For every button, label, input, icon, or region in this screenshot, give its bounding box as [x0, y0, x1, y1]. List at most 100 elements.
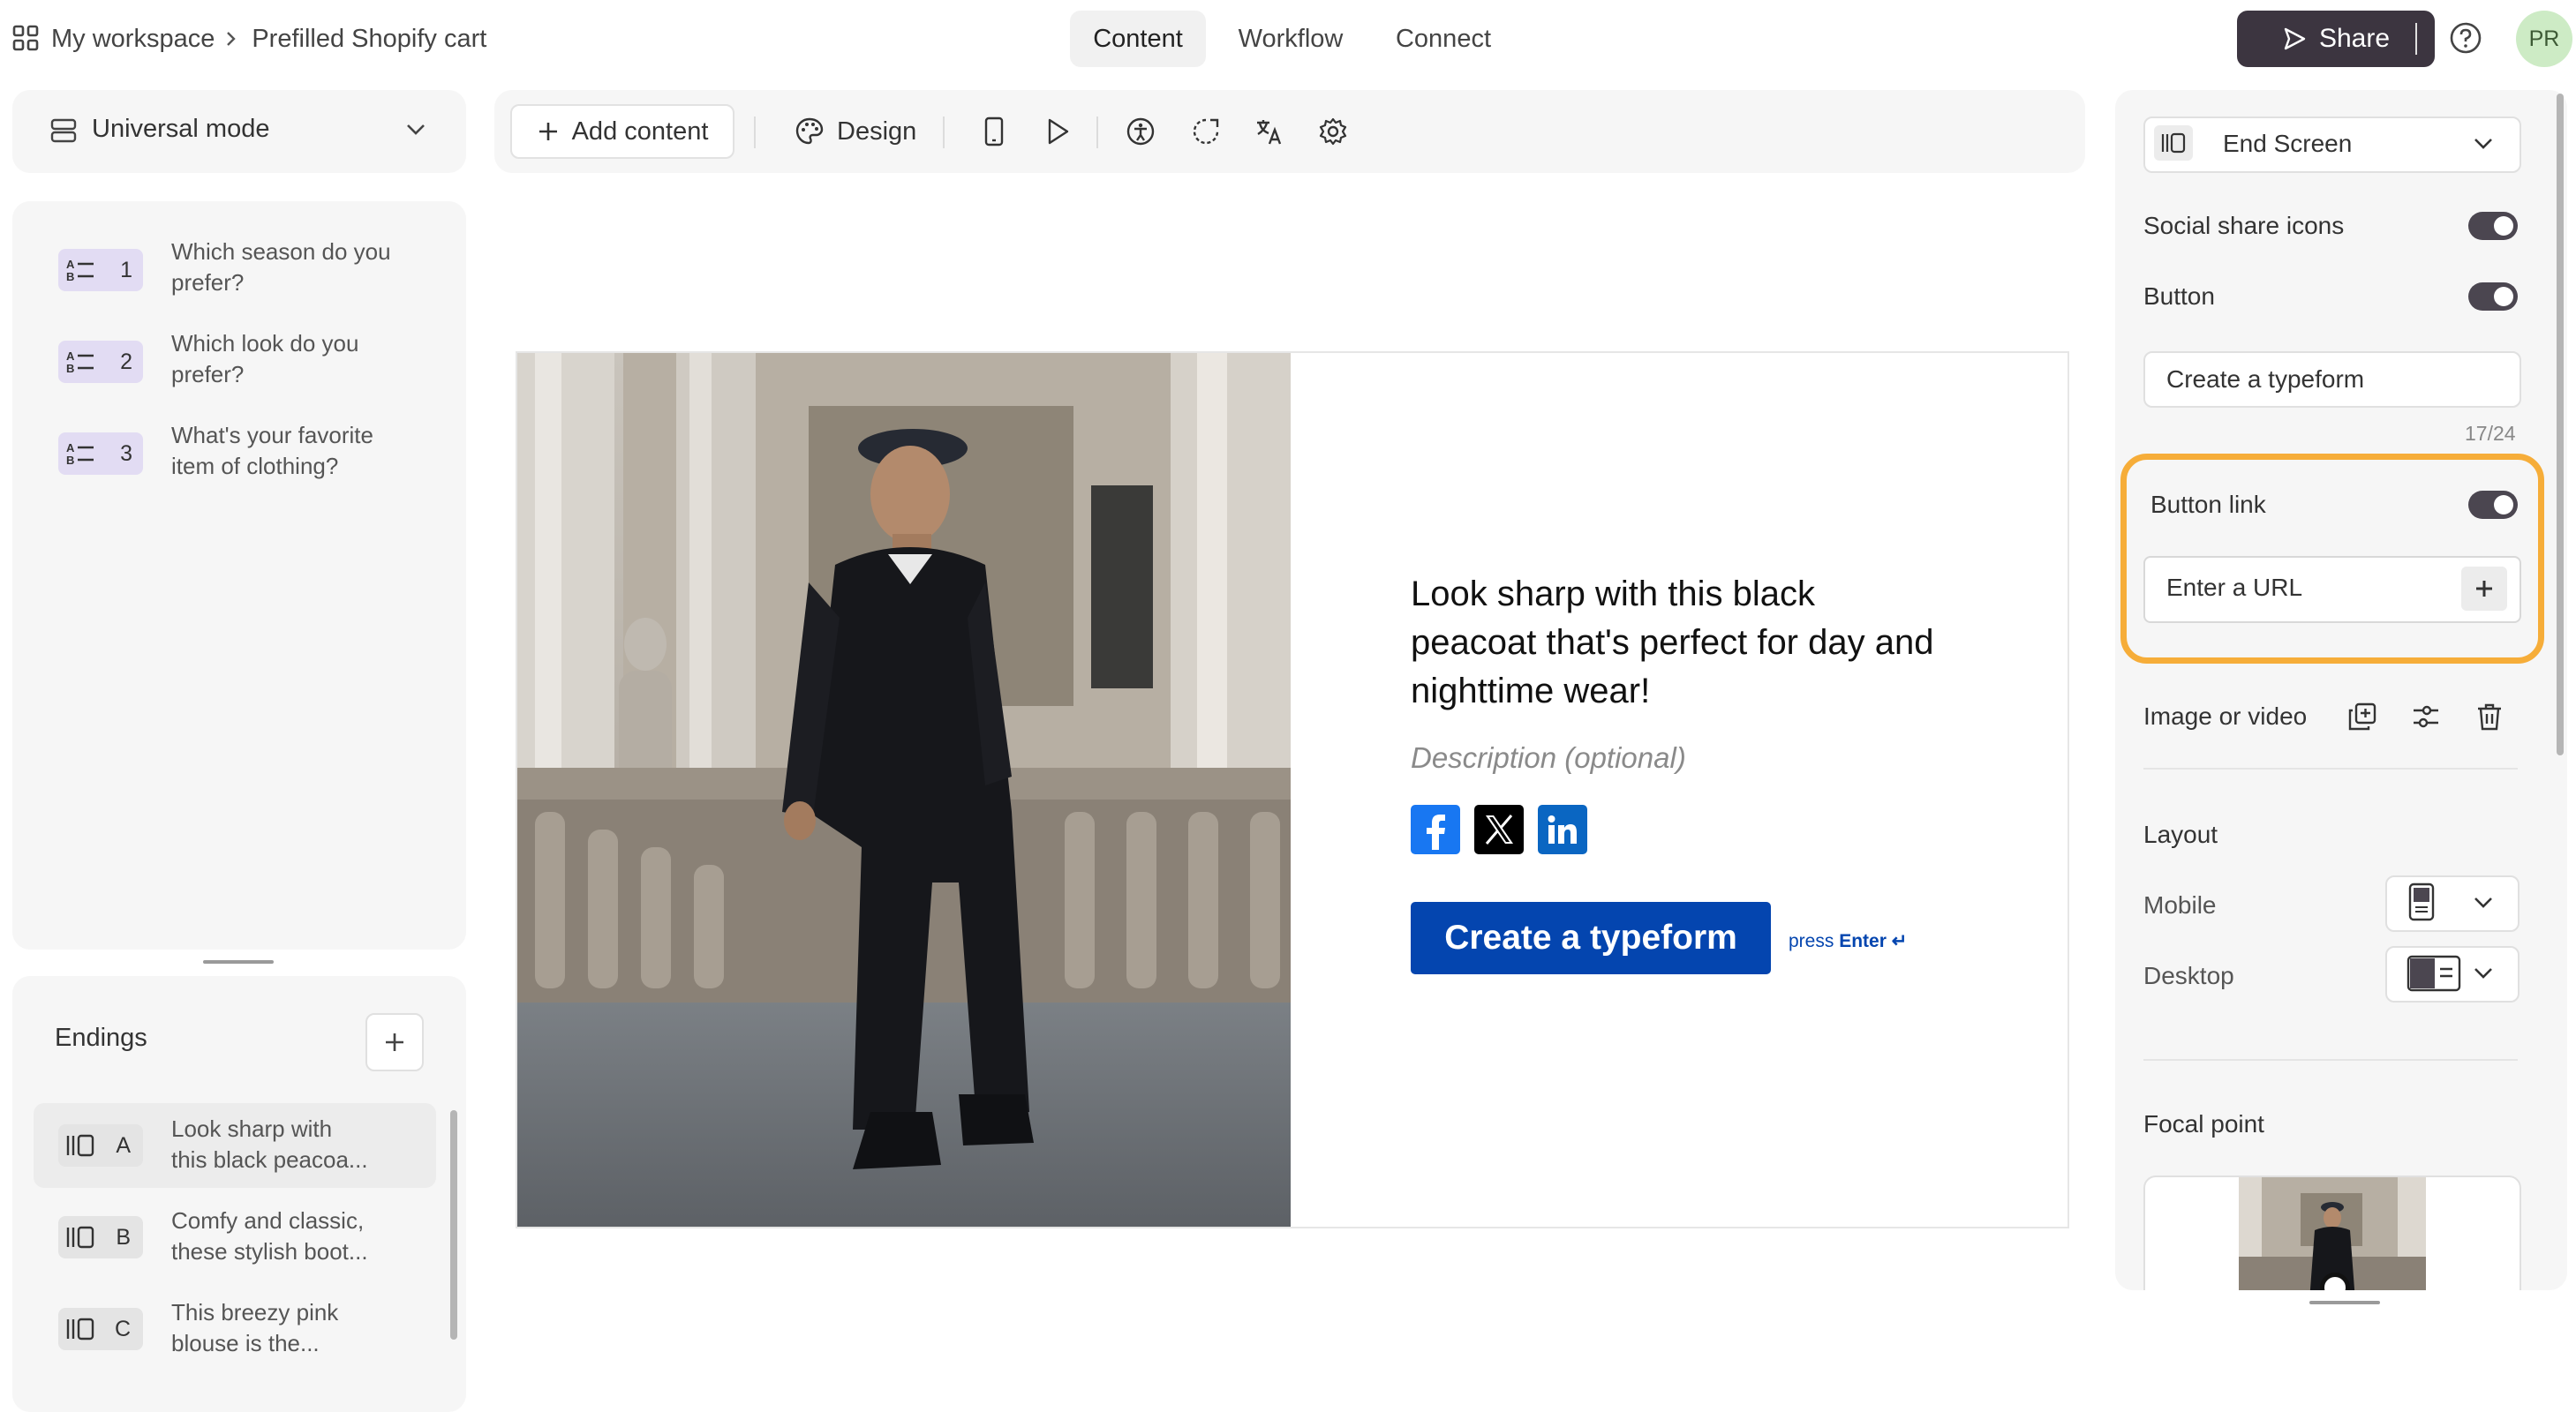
end-screen-icon	[65, 1225, 95, 1250]
toolbar-separator	[943, 116, 945, 148]
button-toggle[interactable]	[2468, 282, 2518, 311]
question-number: 3	[120, 440, 132, 466]
button-text-field[interactable]: Create a typeform	[2143, 351, 2521, 408]
trash-icon[interactable]	[2472, 699, 2507, 734]
avatar[interactable]: PR	[2516, 11, 2572, 67]
endings-title: Endings	[55, 1024, 147, 1052]
translate-icon[interactable]	[1248, 104, 1291, 159]
breadcrumb-workspace[interactable]: My workspace	[51, 25, 215, 54]
focal-point-editor[interactable]	[2143, 1175, 2521, 1290]
scrollbar[interactable]	[2557, 94, 2564, 755]
share-button-label: Share	[2318, 24, 2391, 53]
breadcrumb: My workspace Prefilled Shopify cart	[51, 21, 486, 56]
share-button[interactable]: Share	[2237, 11, 2435, 67]
mode-selector[interactable]: Universal mode	[12, 90, 466, 173]
question-number: 1	[120, 257, 132, 282]
social-share-toggle[interactable]	[2468, 212, 2518, 240]
stack-icon	[49, 116, 78, 145]
settings-gear-icon[interactable]	[1312, 104, 1354, 159]
question-text-line: prefer?	[171, 269, 245, 296]
ending-title[interactable]: Look sharp with this black peacoat that's…	[1411, 570, 1976, 716]
button-link-highlight	[2120, 454, 2544, 664]
send-icon	[2282, 26, 2307, 51]
add-ending-button[interactable]	[365, 1013, 424, 1071]
toolbar-separator	[1096, 116, 1098, 148]
workspace-grid-icon[interactable]	[12, 25, 39, 51]
add-content-label: Add content	[571, 116, 709, 146]
question-item[interactable]: AB 2 Which look do you prefer?	[58, 328, 464, 413]
breadcrumb-form-name[interactable]: Prefilled Shopify cart	[252, 25, 486, 54]
question-item[interactable]: AB 3 What's your favorite item of clothin…	[58, 420, 464, 505]
svg-text:B: B	[66, 362, 74, 375]
design-button[interactable]: Design	[786, 104, 925, 159]
end-screen-icon	[65, 1317, 95, 1341]
mobile-preview-icon[interactable]	[973, 104, 1015, 159]
ending-description[interactable]: Description (optional)	[1411, 741, 1686, 775]
help-icon[interactable]	[2449, 21, 2482, 55]
linkedin-icon[interactable]	[1538, 805, 1587, 854]
panel-resize-handle[interactable]	[203, 960, 274, 964]
accessibility-icon[interactable]	[1119, 104, 1162, 159]
divider	[2415, 23, 2417, 55]
question-text: What's your favorite item of clothing?	[171, 420, 454, 482]
question-badge: AB 1	[58, 249, 143, 291]
ending-item[interactable]: A Look sharp with this black peacoa...	[34, 1103, 436, 1188]
design-label: Design	[837, 116, 917, 146]
mobile-layout-select[interactable]	[2385, 875, 2520, 932]
ending-photo[interactable]	[517, 353, 1291, 1227]
end-screen-icon	[65, 1133, 95, 1158]
replace-media-icon[interactable]	[2345, 699, 2380, 734]
ending-badge: C	[58, 1308, 143, 1350]
tab-workflow[interactable]: Workflow	[1222, 11, 1360, 67]
x-twitter-icon[interactable]	[1474, 805, 1524, 854]
editor-toolbar: Add content Design	[494, 90, 2085, 173]
logic-icon[interactable]	[1185, 104, 1227, 159]
mode-label: Universal mode	[92, 115, 270, 143]
svg-text:B: B	[66, 270, 74, 283]
social-share-label: Social share icons	[2143, 212, 2345, 239]
chevron-down-icon	[404, 122, 427, 138]
question-number: 2	[120, 349, 132, 374]
ending-badge: A	[58, 1124, 143, 1167]
desktop-layout-label: Desktop	[2143, 962, 2234, 989]
image-or-video-label: Image or video	[2143, 702, 2308, 730]
svg-text:A: A	[66, 258, 75, 271]
add-content-button[interactable]: Add content	[510, 104, 734, 159]
focal-point-title: Focal point	[2143, 1110, 2264, 1138]
ending-badge: B	[58, 1216, 143, 1258]
desktop-layout-select[interactable]	[2385, 946, 2520, 1003]
chevron-down-icon	[2472, 895, 2495, 911]
scrollbar[interactable]	[450, 1110, 457, 1340]
panel-resize-handle[interactable]	[2309, 1301, 2380, 1304]
question-item[interactable]: AB 1 Which season do you prefer?	[58, 237, 464, 321]
ending-item[interactable]: C This breezy pink blouse is the...	[34, 1287, 436, 1371]
adjust-sliders-icon[interactable]	[2408, 699, 2444, 734]
mobile-layout-label: Mobile	[2143, 891, 2217, 919]
mobile-layout-icon	[2407, 882, 2437, 921]
question-badge: AB 2	[58, 341, 143, 383]
layout-title: Layout	[2143, 821, 2218, 848]
question-text-line: item of clothing?	[171, 453, 339, 479]
screen-type-dropdown[interactable]: End Screen	[2143, 116, 2521, 173]
question-text-line: prefer?	[171, 361, 245, 387]
tab-connect[interactable]: Connect	[1375, 11, 1511, 67]
multiple-choice-icon: AB	[65, 440, 97, 467]
tab-content[interactable]: Content	[1070, 11, 1206, 67]
button-label: Button	[2143, 282, 2215, 310]
svg-text:B: B	[66, 454, 74, 467]
ending-item[interactable]: B Comfy and classic, these stylish boot..…	[34, 1195, 436, 1280]
question-text-line: What's your favorite	[171, 422, 373, 448]
ending-text-line: Look sharp with	[171, 1115, 333, 1142]
press-enter-hint: press Enter ↵	[1789, 930, 1907, 952]
svg-text:A: A	[66, 349, 75, 363]
create-typeform-button[interactable]: Create a typeform	[1411, 902, 1771, 974]
ending-letter: A	[116, 1132, 131, 1158]
plus-icon	[383, 1031, 406, 1054]
ending-text-line: these stylish boot...	[171, 1238, 368, 1265]
multiple-choice-icon: AB	[65, 257, 97, 283]
press-text: press	[1789, 931, 1834, 951]
facebook-icon[interactable]	[1411, 805, 1460, 854]
questions-panel: AB 1 Which season do you prefer? AB 2 Whi…	[12, 201, 466, 950]
section-divider	[2143, 1059, 2518, 1061]
play-preview-icon[interactable]	[1036, 104, 1079, 159]
